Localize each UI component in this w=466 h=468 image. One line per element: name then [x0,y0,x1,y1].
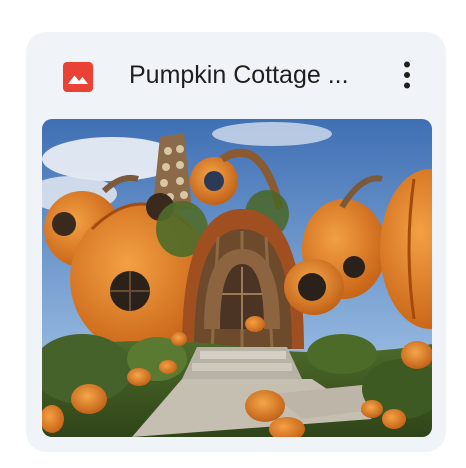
file-title: Pumpkin Cottage ... [129,61,349,89]
pumpkin-cottage-image [42,119,432,437]
file-card[interactable]: Pumpkin Cottage ... [26,32,446,452]
image-thumbnail[interactable] [42,119,432,437]
more-vert-icon [390,61,424,97]
image-file-icon [63,62,93,92]
card-header: Pumpkin Cottage ... [26,32,446,118]
more-options-button[interactable] [390,57,424,93]
